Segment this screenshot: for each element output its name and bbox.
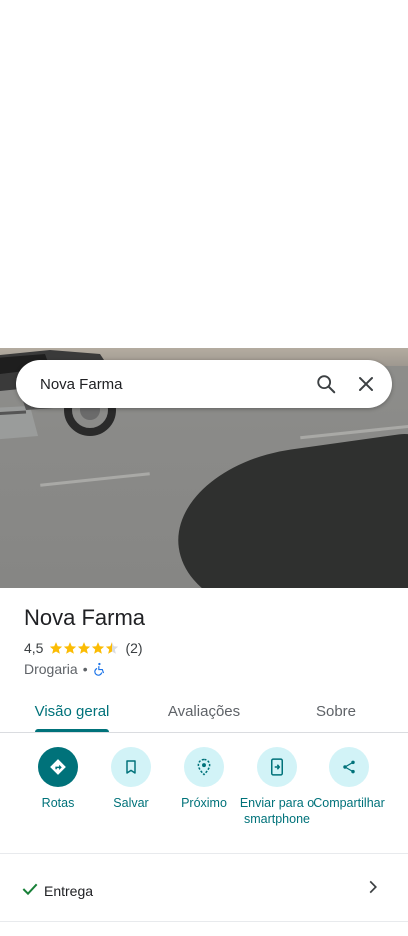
directions-icon[interactable] xyxy=(38,747,78,787)
search-bar[interactable]: Nova Farma xyxy=(16,360,392,408)
nearby-label: Próximo xyxy=(181,796,227,810)
close-icon[interactable] xyxy=(346,364,386,404)
star-icon xyxy=(78,642,91,654)
delivery-row[interactable]: Entrega xyxy=(0,856,408,922)
photo-shadow xyxy=(167,430,408,588)
nearby-icon[interactable] xyxy=(184,747,224,787)
check-icon xyxy=(22,883,38,896)
save-button[interactable]: Salvar xyxy=(93,747,169,811)
directions-label: Rotas xyxy=(41,796,75,810)
search-input[interactable]: Nova Farma xyxy=(40,376,306,393)
share-icon[interactable] xyxy=(329,747,369,787)
half-star-icon xyxy=(106,642,119,654)
chevron-right-icon[interactable] xyxy=(368,880,378,894)
divider xyxy=(0,853,408,854)
bookmark-icon[interactable] xyxy=(111,747,151,787)
photo-lane-mark xyxy=(40,472,150,487)
send-to-phone-label: Enviar para o smartphone xyxy=(239,796,315,826)
rating-row[interactable]: 4,5 (2) xyxy=(24,640,143,656)
active-tab-indicator xyxy=(35,729,109,732)
send-to-phone-button[interactable]: Enviar para o smartphone xyxy=(239,747,315,827)
star-icon xyxy=(92,642,105,654)
save-label: Salvar xyxy=(113,796,149,810)
send-to-phone-icon[interactable] xyxy=(257,747,297,787)
star-icon xyxy=(50,642,63,654)
divider xyxy=(0,921,408,922)
place-category: Drogaria xyxy=(24,661,78,677)
search-icon[interactable] xyxy=(306,364,346,404)
star-icon xyxy=(64,642,77,654)
tab-about[interactable]: Sobre xyxy=(288,690,384,733)
blank-area xyxy=(0,0,408,348)
tab-reviews[interactable]: Avaliações xyxy=(156,690,252,733)
directions-button[interactable]: Rotas xyxy=(20,747,96,811)
share-button[interactable]: Compartilhar xyxy=(312,747,386,811)
delivery-label: Entrega xyxy=(44,883,94,899)
action-buttons: Rotas Salvar Próximo Enviar para o smart… xyxy=(0,747,408,847)
share-label: Compartilhar xyxy=(313,796,385,810)
reviews-count[interactable]: (2) xyxy=(125,640,142,656)
rating-stars xyxy=(49,641,119,655)
nearby-button[interactable]: Próximo xyxy=(166,747,242,811)
place-title: Nova Farma xyxy=(24,605,146,630)
separator: • xyxy=(82,661,88,677)
tab-bar: Visão geral Avaliações Sobre xyxy=(0,690,408,733)
wheelchair-accessible-icon xyxy=(93,662,104,676)
tab-overview[interactable]: Visão geral xyxy=(24,690,120,733)
rating-value: 4,5 xyxy=(24,640,44,656)
category-row: Drogaria • xyxy=(24,661,107,677)
